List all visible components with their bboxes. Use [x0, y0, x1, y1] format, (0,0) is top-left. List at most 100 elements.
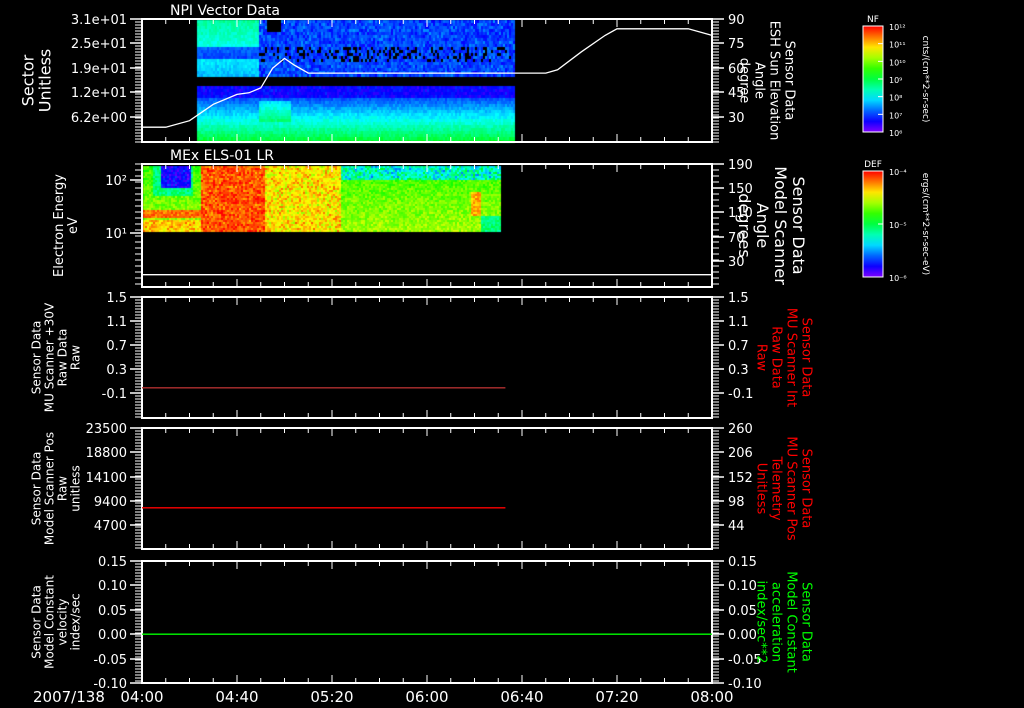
right-y-tick-label: 90	[728, 13, 745, 28]
right-y-tick-label: 260	[728, 422, 753, 437]
y-tick-label: 0.00	[98, 628, 127, 643]
right-axis-title: Model Scanner	[771, 166, 790, 285]
panel-frame	[141, 560, 713, 684]
right-axis-title: index/sec**2	[753, 580, 768, 663]
colorbar-units: cnts/(cm**2-sr-sec)	[920, 36, 930, 123]
x-tick-label: 04:40	[215, 688, 258, 706]
right-y-tick-label: 0.7	[728, 339, 749, 354]
right-y-tick-label: 98	[728, 495, 745, 510]
x-tick-label: 07:20	[595, 688, 638, 706]
panel-frame	[141, 163, 713, 288]
y-tick-label: 3.1e+01	[71, 13, 127, 28]
right-y-tick-label: 0.3	[728, 363, 749, 378]
x-tick-label: 06:00	[405, 688, 448, 706]
y-tick-label: 0.10	[98, 579, 127, 594]
y-tick-label: 0.15	[98, 555, 127, 570]
panel-frame	[141, 18, 713, 143]
y-tick-label: 10¹	[105, 227, 127, 242]
colorbar-tick-label: 10⁹	[889, 76, 902, 85]
colorbar-tick-label: 10⁻⁵	[889, 221, 907, 230]
colorbar-tick-label: 10⁷	[889, 111, 902, 120]
y-axis-title: eV	[66, 217, 81, 234]
date-label: 2007/138	[33, 688, 105, 706]
x-tick-label: 05:20	[310, 688, 353, 706]
y-tick-label: -0.05	[93, 653, 127, 668]
right-axis-title: Sensor Data	[798, 318, 813, 398]
right-axis-title: degree	[736, 58, 751, 104]
y-axis-title: Raw	[69, 345, 83, 370]
plot-figure: 3.1e+012.5e+011.9e+011.2e+016.2e+0090756…	[19, 3, 931, 706]
y-tick-label: -0.1	[102, 387, 127, 402]
y-tick-label: 2.5e+01	[71, 37, 127, 52]
right-y-tick-label: 75	[728, 37, 745, 52]
right-y-tick-label: 0.05	[728, 604, 757, 619]
panel-3: 1.5 1.1 0.7 0.3 -0.1 1.5 1.1 0.7 0.3 -0.1 Sensor D…	[30, 291, 813, 419]
colorbar-nf: NF 10¹² 10¹¹ 10¹⁰ 10⁹ 10⁸ 10⁷ 10⁶ cnts/(cm**2-sr…	[862, 15, 930, 138]
right-axis-title: degrees	[735, 193, 754, 257]
right-axis-title: Sensor Data	[781, 41, 796, 121]
right-axis-title: MU Scanner Int	[783, 308, 798, 407]
x-tick-label: 08:00	[690, 688, 733, 706]
right-axis-title: Model Constant	[783, 571, 798, 673]
right-y-tick-label: 0.10	[728, 579, 757, 594]
y-axis-title: Raw	[56, 476, 70, 501]
y-axis-title: Sensor Data	[30, 321, 44, 395]
y-axis-title: index/sec	[69, 593, 83, 650]
x-tick-label: 04:00	[120, 688, 163, 706]
y-axis-title: Model Scanner Pos	[43, 432, 57, 545]
colorbar-tick-label: 10⁶	[889, 129, 902, 138]
y-tick-label: 10²	[105, 174, 127, 189]
right-axis-title: Sensor Data	[789, 176, 808, 274]
panel-frame	[141, 296, 713, 419]
colorbar-tick-label: 10⁻⁴	[889, 168, 907, 177]
right-y-tick-label: 152	[728, 471, 753, 486]
right-axis-title: acceleration	[768, 582, 783, 662]
colorbar-tick-label: 10¹²	[889, 23, 906, 32]
right-y-tick-label: -0.1	[728, 387, 753, 402]
right-y-tick-label: 190	[728, 158, 753, 173]
x-tick-label: 06:40	[500, 688, 543, 706]
data-line-panel-1	[142, 28, 713, 128]
right-axis-title: Raw Data	[768, 326, 783, 389]
right-axis-title: Angle	[753, 203, 772, 249]
panel-title: NPI Vector Data	[170, 3, 280, 19]
colorbar-label: NF	[867, 15, 879, 25]
y-tick-label: 23500	[86, 422, 127, 437]
colorbar-label: DEF	[864, 160, 882, 170]
y-tick-label: 1.9e+01	[71, 62, 127, 77]
panel-frame	[141, 427, 713, 550]
y-tick-label: 1.5	[106, 291, 127, 306]
right-y-tick-label: 1.1	[728, 315, 749, 330]
y-tick-label: 9400	[94, 495, 127, 510]
y-axis-title: Sensor Data	[30, 452, 44, 526]
right-y-tick-label: 1.5	[728, 291, 749, 306]
right-axis-title: Sensor Data	[798, 449, 813, 529]
y-tick-label: 0.7	[106, 339, 127, 354]
right-axis-title: Telemetry	[768, 455, 783, 520]
panel-4: 23500 18800 14100 9400 4700 260 206 152 98 44 Sens…	[30, 422, 813, 550]
y-axis-title: Unitless	[36, 49, 55, 113]
panel-2: 10²10¹1901501107030Electron Energy eV Sens…	[52, 148, 808, 288]
y-tick-label: 6.2e+00	[71, 111, 127, 126]
right-y-tick-label: 0.15	[728, 555, 757, 570]
right-axis-title: ESH Sun Elevation	[766, 21, 781, 141]
right-axis-title: Sensor Data	[798, 582, 813, 662]
y-axis-title: Electron Energy	[52, 174, 67, 277]
panel-title: MEx ELS-01 LR	[170, 148, 274, 164]
y-axis-title: MU Scanner +30V	[43, 302, 57, 412]
y-tick-label: 4700	[94, 519, 127, 534]
right-y-tick-label: 30	[728, 111, 745, 126]
right-axis-title: Angle	[751, 62, 766, 99]
right-y-tick-label: 206	[728, 446, 753, 461]
right-y-tick-label: 0.00	[728, 628, 757, 643]
colorbar-tick-label: 10¹¹	[889, 41, 906, 50]
colorbar-units: ergs/(cm**2-sr-sec-eV)	[920, 173, 930, 275]
y-tick-label: 1.1	[106, 315, 127, 330]
y-tick-label: 18800	[86, 446, 127, 461]
panel-5: 0.150.100.050.00-0.05-0.100.150.100.050.…	[30, 555, 814, 692]
y-tick-label: 1.2e+01	[71, 86, 127, 101]
right-axis-title: MU Scanner Pos	[783, 436, 798, 541]
colorbar-def: DEF 10⁻⁴ 10⁻⁵ 10⁻⁶ ergs/(cm**2-sr-sec-eV)	[862, 160, 930, 283]
y-axis-title: velocity	[56, 599, 70, 646]
colorbar-tick-label: 10⁻⁶	[889, 274, 907, 283]
